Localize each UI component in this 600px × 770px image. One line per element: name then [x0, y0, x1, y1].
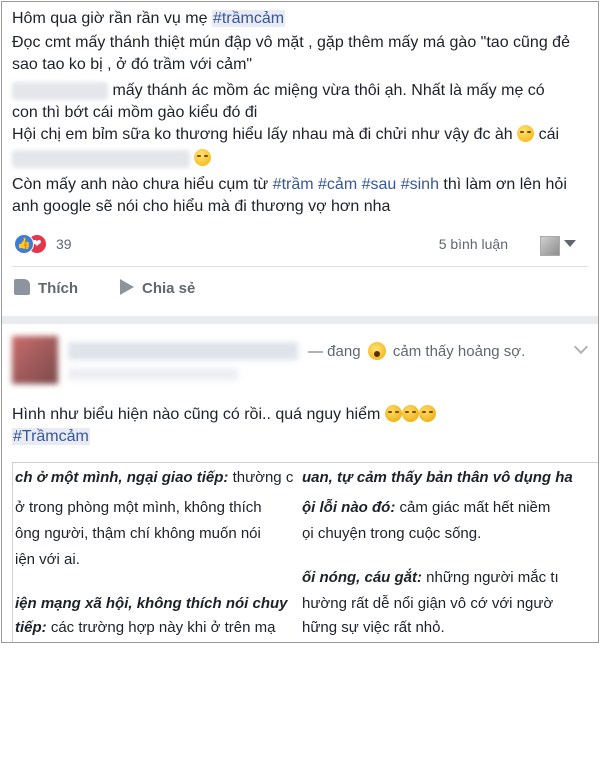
image-line: ở trong phòng một mình, không thích — [15, 499, 262, 516]
feeling-text: cảm thấy hoảng sợ. — [392, 343, 526, 360]
blurred-name — [12, 81, 108, 100]
image-bold: uan, tự cảm thấy bản thân vô dụng ha — [302, 469, 573, 486]
caret-down-icon[interactable] — [564, 240, 576, 247]
share-button[interactable]: Chia sẻ — [120, 278, 195, 300]
image-line: ọi chuyện trong cuộc sống. — [302, 525, 482, 542]
post-text: Còn mấy anh nào chưa hiểu cụm từ — [12, 176, 273, 193]
image-text: thường c — [228, 469, 294, 486]
hashtag-link[interactable]: #trầmcảm — [211, 10, 286, 27]
blurred-name — [12, 149, 190, 168]
image-line: ch ở một mình, ngại giao tiếp: thường c — [15, 467, 293, 489]
post-line — [12, 148, 212, 170]
image-bold: ối nóng, cáu gắt: — [302, 569, 422, 586]
post-line: con thì bớt cái mồm gào kiểu đó đi — [12, 104, 258, 121]
post-line: Hôm qua giờ rần rần vụ mẹ #trầmcảm — [12, 8, 286, 30]
attached-image-left[interactable]: ch ở một mình, ngại giao tiếp: thường c … — [12, 462, 302, 642]
image-bold: iện mạng xã hội, không thích nói chuy — [15, 595, 288, 612]
image-line: ông người, thậm chí không muốn nói — [15, 525, 261, 542]
viewer-avatar[interactable] — [540, 236, 560, 256]
post-line: sao tao ko bị , ở đó trầm với cảm" — [12, 56, 253, 73]
post-line: Còn mấy anh nào chưa hiểu cụm từ #trầm #… — [12, 174, 567, 196]
post-1: Hôm qua giờ rần rần vụ mẹ #trầmcảm Đọc c… — [2, 2, 598, 316]
worried-emoji-icon — [401, 405, 419, 422]
like-reaction-icon: 👍 — [14, 234, 34, 254]
smirk-emoji-icon — [517, 125, 535, 142]
divider — [12, 266, 588, 267]
worried-emoji-icon — [384, 405, 402, 422]
blurred-author-name — [68, 342, 298, 360]
blurred-timestamp — [68, 368, 238, 380]
image-bold: ch ở một mình, ngại giao tiếp: — [15, 469, 229, 486]
feeling-prefix: — đang — [308, 343, 361, 360]
reaction-count: 39 — [56, 236, 72, 252]
post-text: cái — [534, 126, 560, 143]
post-text: thì làm ơn lên hỏi — [438, 176, 567, 193]
worried-emoji-icon — [418, 405, 436, 422]
image-line: tiếp: các trường hợp này khi ở trên mạ — [15, 617, 275, 639]
image-text: cảm giác mất hết niềm — [395, 499, 551, 516]
thumbs-up-icon — [14, 279, 30, 295]
smirk-emoji-icon — [194, 149, 212, 166]
post-text: Hôm qua giờ rần rần vụ mẹ — [12, 10, 212, 27]
post-line: Đọc cmt mấy thánh thiệt mún đập vô mặt ,… — [12, 34, 570, 51]
image-text: các trường hợp này khi ở trên mạ — [46, 619, 276, 636]
post-line: Hình như biểu hiện nào cũng có rồi.. quá… — [12, 404, 436, 426]
share-icon — [120, 279, 134, 295]
image-bold: tiếp: — [15, 619, 47, 636]
share-label: Chia sẻ — [142, 280, 196, 297]
like-label: Thích — [38, 280, 78, 297]
image-line: hường rất dễ nổi giận vô cớ với ngườ — [302, 595, 554, 612]
image-line: ội lỗi nào đó: cảm giác mất hết niềm — [302, 497, 550, 519]
image-line: iện mạng xã hội, không thích nói chuy — [15, 593, 288, 615]
author-avatar[interactable] — [12, 336, 58, 384]
post-2: — đang cảm thấy hoảng sợ. Hình như biểu … — [2, 324, 598, 642]
post-separator — [2, 316, 598, 324]
scared-emoji-icon — [367, 342, 386, 360]
feeling-status: — đang cảm thấy hoảng sợ. — [308, 342, 525, 362]
image-line: iện với ai. — [15, 551, 80, 568]
post-text: Hình như biểu hiện nào cũng có rồi.. quá… — [12, 406, 385, 423]
post-line: anh google sẽ nói cho hiểu mà đi thương … — [12, 198, 391, 215]
post-text: mấy thánh ác mồm ác miệng vừa thôi ạh. N… — [112, 82, 545, 99]
image-line: uan, tự cảm thấy bản thân vô dụng ha — [302, 467, 573, 489]
comments-count-link[interactable]: 5 bình luận — [439, 234, 508, 254]
screenshot-frame: Hôm qua giờ rần rần vụ mẹ #trầmcảm Đọc c… — [1, 1, 599, 643]
like-button[interactable]: Thích — [14, 278, 78, 300]
post-line: #Trầmcảm — [12, 426, 90, 448]
image-line: ối nóng, cáu gắt: những người mắc tı — [302, 567, 559, 589]
hashtag-link[interactable]: #Trầmcảm — [12, 428, 90, 445]
image-text: những người mắc tı — [422, 569, 559, 586]
post-text: Hội chị em bỉm sữa ko thương hiểu lấy nh… — [12, 126, 518, 143]
image-line: hững sự việc rất nhỏ. — [302, 619, 445, 636]
post-line: Hội chị em bỉm sữa ko thương hiểu lấy nh… — [12, 124, 559, 146]
chevron-down-icon[interactable] — [573, 339, 589, 355]
post-line: mấy thánh ác mồm ác miệng vừa thôi ạh. N… — [12, 80, 545, 102]
image-bold: ội lỗi nào đó: — [302, 499, 396, 516]
hashtag-links[interactable]: #trầm #cảm #sau #sinh — [273, 176, 439, 193]
attached-image-right[interactable]: uan, tự cảm thấy bản thân vô dụng ha ội … — [300, 462, 598, 642]
